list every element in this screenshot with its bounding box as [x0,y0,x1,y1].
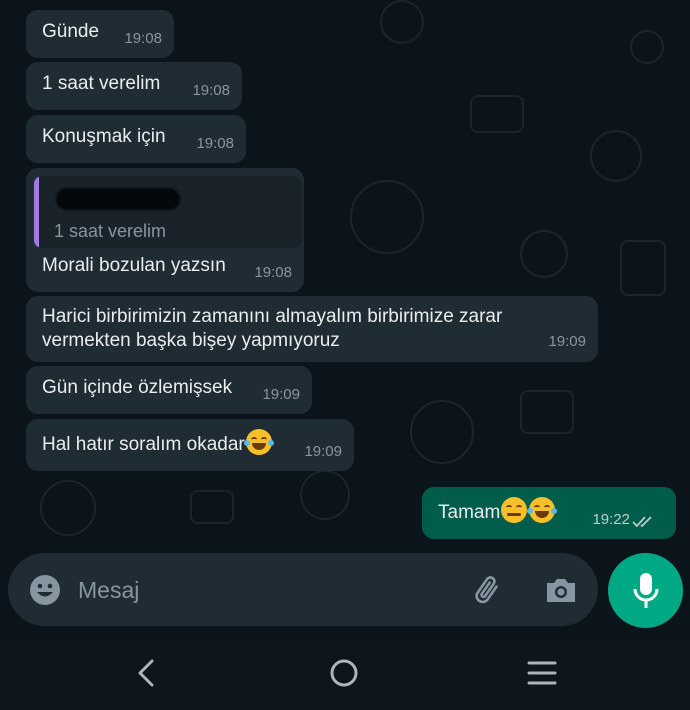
message-text: Tamam [438,502,501,523]
message-text: Gün içinde özlemişsek [42,377,233,398]
message-bubble[interactable]: Gün içinde özlemişsek 19:09 [26,366,312,414]
back-chevron-icon[interactable] [126,655,166,691]
message-time: 19:22 [592,511,630,528]
message-text-row: Hal hatır soralım okadar [42,429,338,456]
system-navigation-bar [0,635,690,710]
redacted-sender-name [56,188,180,210]
message-bubble[interactable]: Konuşmak için 19:08 [26,115,246,163]
message-text: Morali bozulan yazsın [42,255,226,276]
message-text-line: Harici birbirimizin zamanını almayalım b… [42,306,503,327]
paperclip-icon[interactable] [470,571,508,609]
quote-accent-bar [34,176,39,248]
message-time: 19:08 [192,82,230,99]
message-time: 19:08 [254,264,292,281]
message-composer[interactable]: Mesaj [8,553,598,626]
message-list[interactable]: Günde 19:08 1 saat verelim 19:08 Konuşma… [0,0,690,545]
voice-message-button[interactable] [608,553,683,628]
tears-of-joy-emoji-icon [243,429,274,455]
recents-menu-icon[interactable] [522,655,562,691]
message-text: Hal hatır soralım okadar [42,434,245,455]
quoted-message[interactable]: 1 saat verelim [34,176,302,248]
message-time: 19:08 [124,30,162,47]
microphone-icon [633,573,659,608]
message-time: 19:09 [548,333,586,350]
tears-of-joy-emoji-icon [527,497,558,523]
reply-message-bubble[interactable]: 1 saat verelim Morali bozulan yazsın 19:… [26,168,304,292]
message-text-line: vermekten başka bişey yapmıyoruz [42,330,340,351]
message-time: 19:08 [196,135,234,152]
camera-icon[interactable] [542,571,580,609]
message-bubble[interactable]: 1 saat verelim 19:08 [26,62,242,110]
message-time: 19:09 [304,443,342,460]
message-bubble[interactable]: Harici birbirimizin zamanını almayalım b… [26,296,598,362]
home-circle-icon[interactable] [324,655,364,691]
message-bubble[interactable]: Günde 19:08 [26,10,174,58]
winking-face-emoji-icon [501,497,528,523]
quoted-text: 1 saat verelim [54,221,167,241]
emoji-icon[interactable] [28,573,62,607]
message-time: 19:09 [262,386,300,403]
message-input[interactable]: Mesaj [78,577,139,604]
outgoing-message-bubble[interactable]: Tamam 19:22 [422,487,676,539]
message-bubble[interactable]: Hal hatır soralım okadar 19:09 [26,419,354,471]
read-receipt-ticks-icon [632,516,652,528]
